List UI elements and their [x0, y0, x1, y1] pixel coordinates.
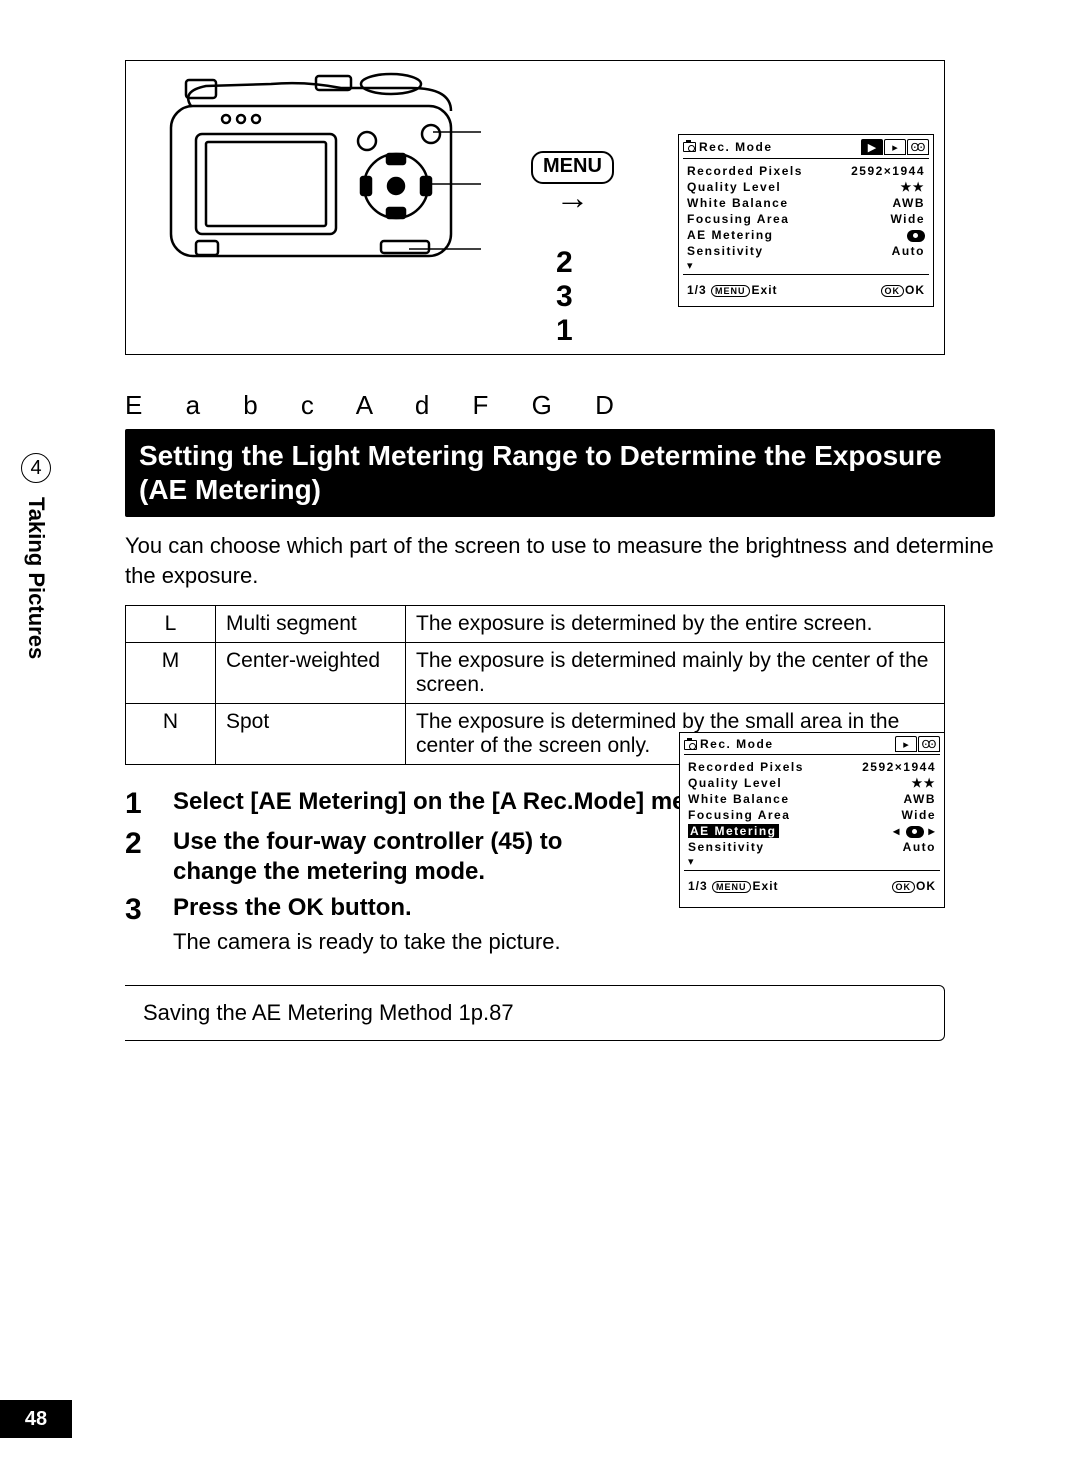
- ok-chip-icon: OK: [881, 285, 905, 297]
- lcd-row-label: Recorded Pixels: [687, 164, 803, 178]
- lcd-row-label: Sensitivity: [687, 244, 764, 258]
- lcd-row-value: ★★: [900, 180, 925, 194]
- lcd-tabs: ▶ ▸ Ꙭ: [861, 139, 929, 155]
- scroll-down-icon: ▾: [680, 855, 944, 868]
- mode-name-cell: Center-weighted: [216, 643, 406, 704]
- mode-icon-cell: M: [126, 643, 216, 704]
- diagram-step-numbers: 2 3 1: [556, 246, 573, 348]
- metering-icon: [907, 230, 925, 242]
- step-num: 1: [556, 314, 573, 348]
- lcd-row-label: Sensitivity: [688, 840, 765, 854]
- mode-desc-cell: The exposure is determined by the entire…: [406, 606, 945, 643]
- lcd-row-value: Wide: [901, 808, 936, 822]
- lcd-title: Rec. Mode: [699, 140, 773, 154]
- playback-tab-icon: ▸: [895, 736, 917, 752]
- lcd-row-value: ★★: [911, 776, 936, 790]
- lcd-menu-row: Quality Level ★★: [680, 775, 944, 791]
- exit-label: Exit: [753, 879, 779, 893]
- metering-icon: [906, 826, 924, 838]
- setup-tab-icon: Ꙭ: [907, 139, 929, 155]
- lcd-menu-row: Quality Level ★★: [679, 179, 933, 195]
- lcd-row-label: Focusing Area: [688, 808, 790, 822]
- ok-label: OK: [905, 283, 925, 297]
- side-tab: 4 Taking Pictures: [0, 453, 72, 659]
- lcd-menu-row: Recorded Pixels 2592×1944: [680, 759, 944, 775]
- lcd-row-value: AWB: [904, 792, 937, 806]
- step-subtext: The camera is ready to take the picture.: [173, 929, 995, 955]
- scroll-down-icon: ▾: [679, 259, 933, 272]
- page-number: 48: [0, 1400, 72, 1438]
- ok-chip-icon: OK: [892, 881, 916, 893]
- table-row: MCenter-weightedThe exposure is determin…: [126, 643, 945, 704]
- lcd-menu-row: AE Metering ◂ ▸: [680, 823, 944, 839]
- arrow-right-icon: →: [531, 188, 614, 208]
- camera-icon: [683, 142, 696, 152]
- lcd-row-label: Quality Level: [687, 180, 781, 194]
- lcd-row-value: Auto: [892, 244, 925, 258]
- chapter-label: Taking Pictures: [23, 497, 49, 659]
- reference-box: Saving the AE Metering Method 1p.87: [125, 985, 945, 1041]
- menu-indicator: MENU →: [531, 151, 614, 208]
- step-num: 3: [556, 280, 573, 314]
- step-heading: Use the four-way controller (45) to chan…: [173, 827, 593, 887]
- camera-illustration: [151, 66, 481, 296]
- lcd-menu-row: White Balance AWB: [679, 195, 933, 211]
- mode-name-cell: Multi segment: [216, 606, 406, 643]
- lcd-tabs: ▸ Ꙭ: [895, 736, 940, 752]
- lcd-row-value: 2592×1944: [862, 760, 936, 774]
- lcd-row-value: Wide: [890, 212, 925, 226]
- lcd-screen-2: Rec. Mode ▸ Ꙭ Recorded Pixels2592×1944Qu…: [679, 732, 945, 908]
- step-num: 2: [556, 246, 573, 280]
- lcd-row-value: ◂ ▸: [893, 824, 936, 838]
- mode-icon-cell: N: [126, 704, 216, 765]
- lcd-menu-row: Recorded Pixels 2592×1944: [679, 163, 933, 179]
- lcd-menu-row: Sensitivity Auto: [680, 839, 944, 855]
- mode-desc-cell: The exposure is determined mainly by the…: [406, 643, 945, 704]
- lcd-page: 1/3: [687, 283, 707, 297]
- lcd-menu-row: White Balance AWB: [680, 791, 944, 807]
- diagram-box: MENU → 2 3 1 Rec. Mode ▶ ▸ Ꙭ Recorded Pi…: [125, 60, 945, 355]
- lcd-page: 1/3: [688, 879, 708, 893]
- ok-label: OK: [916, 879, 936, 893]
- tab-active-icon: ▶: [861, 139, 883, 155]
- lcd-row-value: [907, 228, 925, 242]
- lcd-row-label: Focusing Area: [687, 212, 789, 226]
- exit-label: Exit: [752, 283, 778, 297]
- intro-text: You can choose which part of the screen …: [125, 531, 995, 591]
- lcd-row-label: AE Metering: [687, 228, 774, 242]
- step-number: 3: [125, 893, 173, 955]
- lcd-menu-row: AE Metering: [679, 227, 933, 243]
- lcd-menu-row: Sensitivity Auto: [679, 243, 933, 259]
- chapter-number: 4: [21, 453, 51, 483]
- lcd-row-label: AE Metering: [688, 824, 779, 838]
- mode-name-cell: Spot: [216, 704, 406, 765]
- lcd-title: Rec. Mode: [700, 737, 774, 751]
- mode-icon-cell: L: [126, 606, 216, 643]
- lcd-menu-row: Focusing Area Wide: [679, 211, 933, 227]
- lcd-row-value: AWB: [893, 196, 926, 210]
- lcd-row-value: 2592×1944: [851, 164, 925, 178]
- lcd-menu-row: Focusing Area Wide: [680, 807, 944, 823]
- table-row: LMulti segmentThe exposure is determined…: [126, 606, 945, 643]
- step-number: 1: [125, 787, 173, 821]
- lcd-screen-1: Rec. Mode ▶ ▸ Ꙭ Recorded Pixels 2592×1944…: [678, 134, 934, 307]
- step-number: 2: [125, 827, 173, 887]
- lcd-row-label: White Balance: [688, 792, 790, 806]
- camera-icon: [684, 740, 697, 750]
- lcd-row-value: Auto: [903, 840, 936, 854]
- menu-chip-icon: MENU: [712, 881, 751, 893]
- lcd-row-label: Recorded Pixels: [688, 760, 804, 774]
- setup-tab-icon: Ꙭ: [918, 736, 940, 752]
- section-title: Setting the Light Metering Range to Dete…: [125, 429, 995, 517]
- lcd-row-label: Quality Level: [688, 776, 782, 790]
- lcd-row-label: White Balance: [687, 196, 789, 210]
- playback-tab-icon: ▸: [884, 139, 906, 155]
- menu-chip-icon: MENU: [711, 285, 750, 297]
- shooting-mode-icons: E a b c A d F G D: [125, 390, 995, 421]
